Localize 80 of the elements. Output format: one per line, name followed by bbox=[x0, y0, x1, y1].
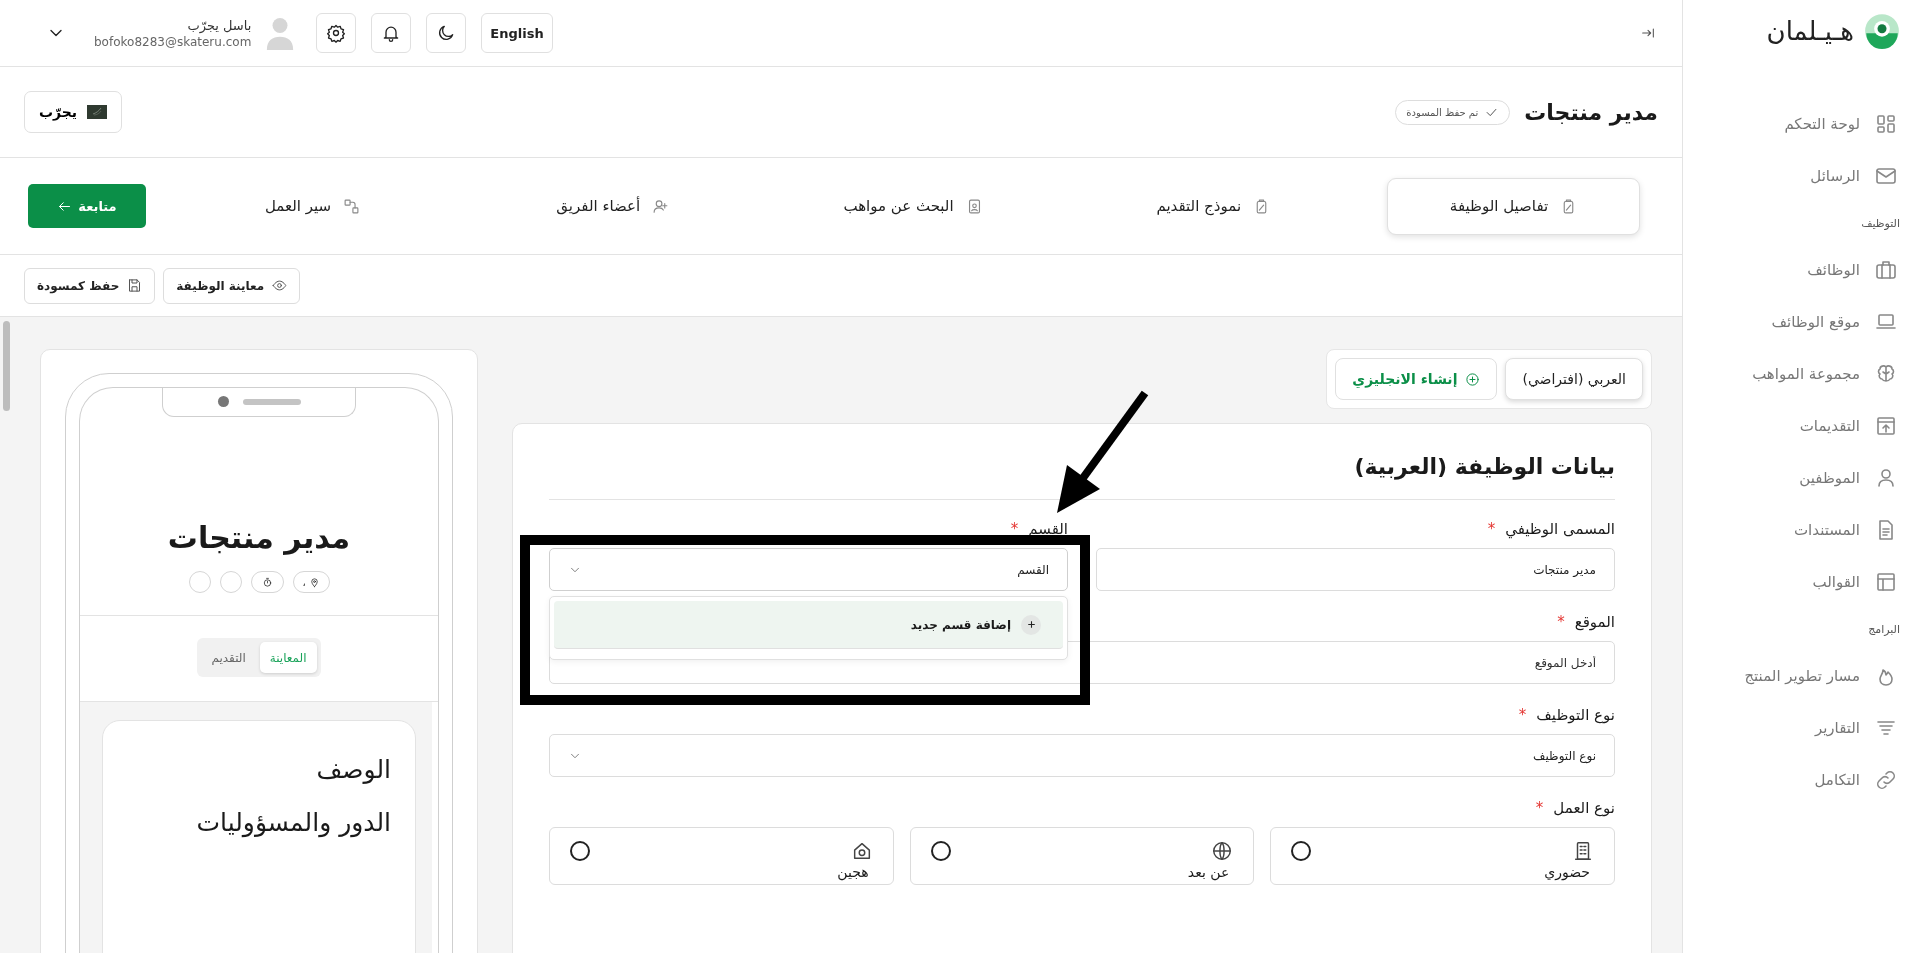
radio-button[interactable] bbox=[930, 841, 951, 861]
option-card[interactable]: هجين bbox=[549, 827, 894, 885]
theme-button[interactable] bbox=[426, 13, 467, 53]
section-heading: الوصف bbox=[315, 755, 391, 784]
field-label: القسم bbox=[1028, 520, 1068, 538]
sidebar-item[interactable]: مجموعة المواهب bbox=[1697, 348, 1900, 400]
option-label: هجين bbox=[837, 864, 869, 880]
step-tab[interactable]: سير العمل bbox=[186, 177, 439, 235]
select-field[interactable]: نوع التوظيف bbox=[549, 734, 1615, 777]
workflow-icon bbox=[343, 197, 361, 215]
input-field[interactable]: مدير منتجات bbox=[1096, 548, 1615, 591]
layout-icon bbox=[1874, 570, 1898, 594]
sidebar-item[interactable]: الرسائل bbox=[1697, 150, 1900, 202]
settings-icon bbox=[326, 23, 347, 43]
continue-button[interactable]: متابعة bbox=[28, 184, 146, 228]
sidebar-item[interactable]: الوظائف bbox=[1697, 244, 1900, 296]
company-button[interactable]: يجرّب bbox=[24, 91, 123, 133]
section-heading: الدور والمسؤوليات bbox=[195, 808, 391, 837]
option-label: حضوري bbox=[1544, 864, 1590, 880]
sidebar-item[interactable]: لوحة التحكم bbox=[1697, 98, 1900, 150]
upload-tray-icon bbox=[1874, 414, 1898, 438]
brand-name: هـيـلمان bbox=[1766, 16, 1854, 46]
required-mark: * bbox=[1518, 706, 1527, 724]
language-tab[interactable]: العربي (افتراضي) bbox=[1505, 358, 1643, 400]
required-mark: * bbox=[1535, 799, 1544, 817]
section-heading: البرامج bbox=[1867, 621, 1900, 638]
menu-item[interactable]: إضافة قسم جديد bbox=[554, 601, 1063, 649]
page-title: مدير منتجات bbox=[1524, 99, 1658, 125]
globe-icon bbox=[1211, 840, 1234, 862]
chip-text: ، bbox=[302, 576, 306, 588]
option-label: عن بعد bbox=[1187, 864, 1230, 880]
sidebar-item[interactable]: مسار تطوير المنتج bbox=[1697, 650, 1900, 702]
briefcase-icon bbox=[1874, 258, 1898, 282]
field-label: نوع العمل bbox=[1553, 799, 1615, 817]
pin-icon bbox=[308, 576, 320, 588]
timer-icon bbox=[261, 576, 273, 588]
step-tab[interactable]: تفاصيل الوظيفة bbox=[1387, 177, 1640, 235]
select-field[interactable]: القسم bbox=[549, 548, 1068, 591]
save-draft-button[interactable]: حفظ كمسودة bbox=[24, 267, 156, 304]
sidebar-item[interactable]: التقديمات bbox=[1697, 400, 1900, 452]
scrollbar[interactable] bbox=[3, 321, 10, 411]
eye-icon bbox=[272, 278, 288, 293]
sidebar-item[interactable]: التقارير bbox=[1697, 702, 1900, 754]
option-card[interactable]: عن بعد bbox=[909, 827, 1255, 885]
step-tab[interactable]: أعضاء الفريق bbox=[486, 177, 740, 235]
building-icon bbox=[1572, 840, 1594, 862]
user-email: bofoko8283@skateru.com bbox=[94, 34, 252, 49]
sidebar-item[interactable]: الموظفين bbox=[1697, 452, 1900, 504]
field-label: المسمى الوظيفي bbox=[1505, 520, 1615, 538]
sidebar-item[interactable]: المستندات bbox=[1697, 504, 1900, 556]
required-mark: * bbox=[1010, 520, 1019, 538]
user-name: باسل يجرّب bbox=[187, 17, 252, 33]
job-title: مدير منتجات bbox=[167, 520, 351, 555]
step-tab[interactable]: البحث عن مواهب bbox=[786, 177, 1040, 235]
required-mark: * bbox=[1557, 613, 1565, 631]
plus-circle-icon bbox=[1465, 371, 1481, 387]
option-card[interactable]: حضوري bbox=[1270, 827, 1615, 885]
sidebar-item[interactable]: التكامل bbox=[1697, 754, 1900, 806]
link-icon bbox=[1874, 768, 1898, 792]
sidebar-item[interactable]: موقع الوظائف bbox=[1697, 296, 1900, 348]
logo-icon bbox=[1864, 13, 1900, 49]
section-heading: التوظيف bbox=[1860, 215, 1900, 232]
collapse-icon bbox=[1640, 25, 1656, 41]
preview-tab[interactable]: التقديم bbox=[201, 642, 256, 673]
create-english-button[interactable]: إنشاء الانجليزي bbox=[1335, 358, 1498, 400]
preview-button[interactable]: معاينة الوظيفة bbox=[163, 267, 301, 304]
grid-icon bbox=[1874, 112, 1898, 136]
field-label: الموقع bbox=[1574, 613, 1615, 631]
radio-button[interactable] bbox=[1291, 841, 1312, 861]
notifications-button[interactable] bbox=[371, 13, 412, 53]
step-tab[interactable]: نموذج التقديم bbox=[1086, 177, 1340, 235]
save-icon bbox=[127, 278, 143, 293]
user-plus-icon bbox=[652, 197, 670, 215]
plus-icon bbox=[1021, 614, 1041, 635]
settings-button[interactable] bbox=[316, 13, 357, 53]
required-mark: * bbox=[1487, 520, 1496, 538]
sidebar-item[interactable]: القوالب bbox=[1697, 556, 1900, 608]
language-button[interactable]: English bbox=[481, 13, 553, 53]
field-label: نوع التوظيف bbox=[1536, 706, 1615, 724]
radio-button[interactable] bbox=[570, 841, 590, 861]
